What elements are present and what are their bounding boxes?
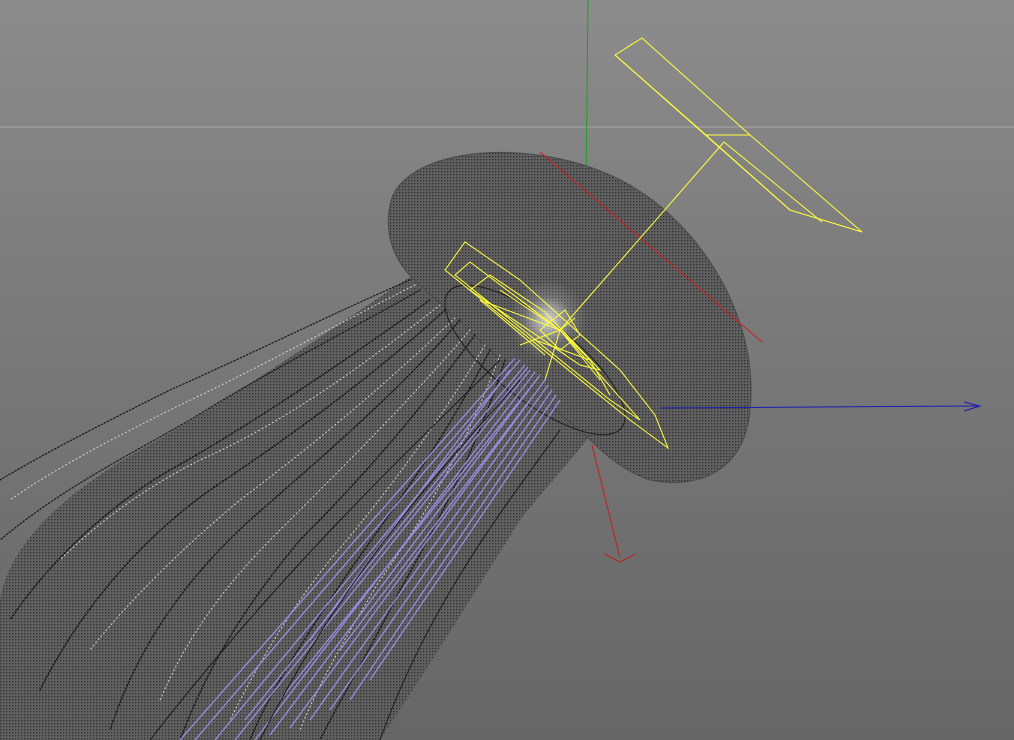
- scene-canvas[interactable]: [0, 0, 1014, 740]
- axis-y-line: [585, 0, 589, 191]
- 3d-viewport[interactable]: [0, 0, 1014, 740]
